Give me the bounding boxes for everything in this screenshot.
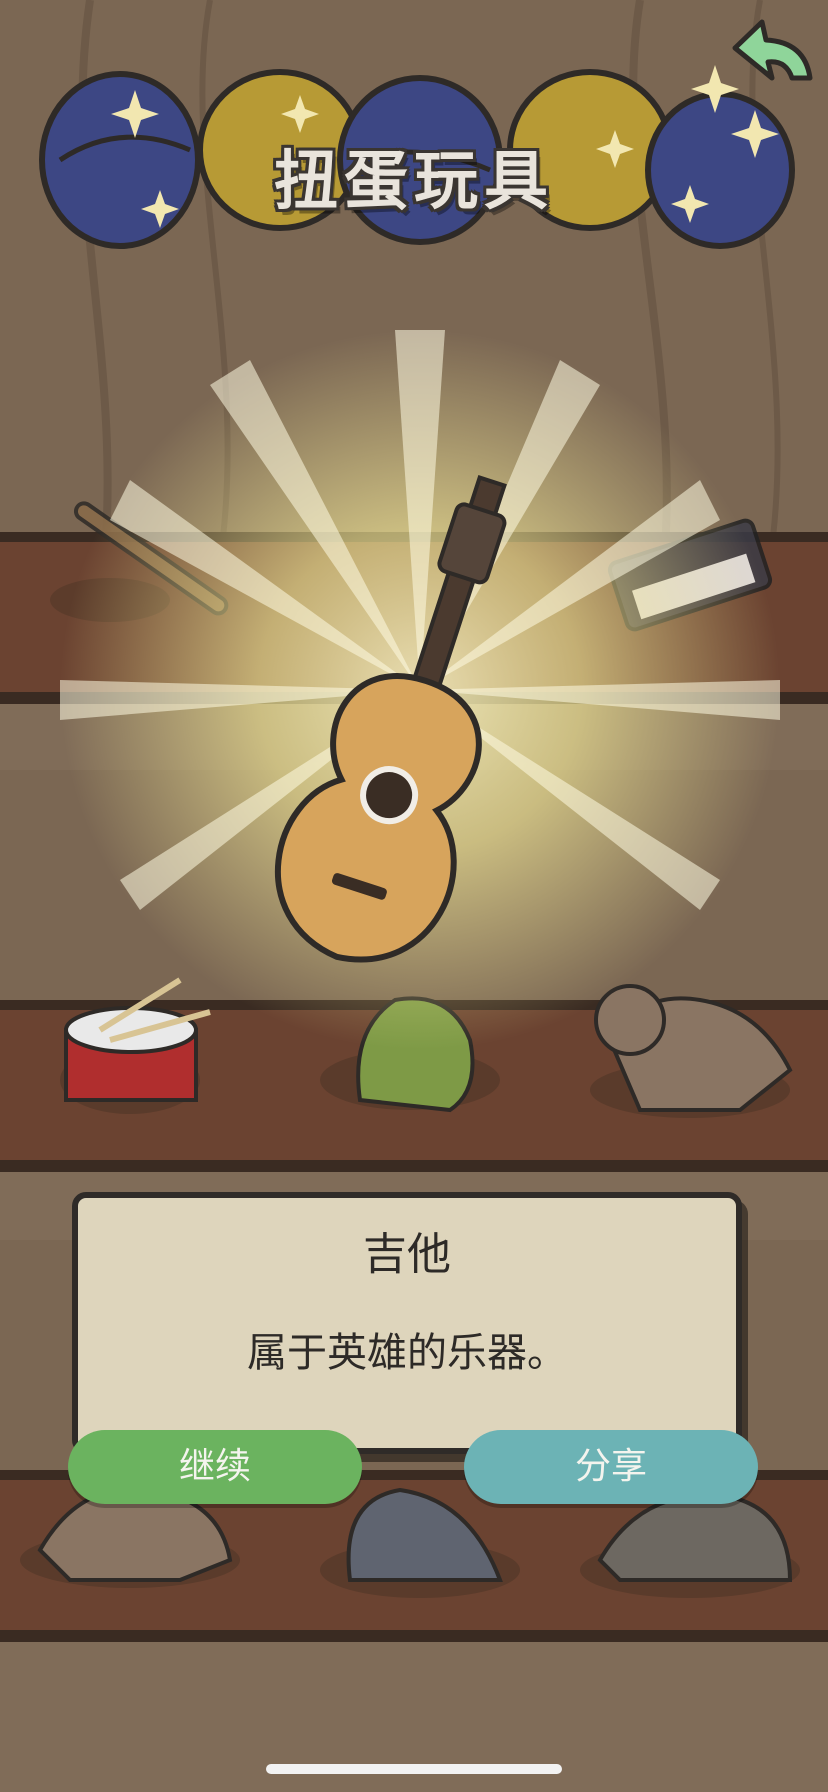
item-dialog: 吉他 属于英雄的乐器。 <box>72 1192 742 1454</box>
page-title: 扭蛋玩具 <box>274 145 554 219</box>
share-button[interactable]: 分享 <box>464 1430 758 1504</box>
game-scene <box>0 0 828 1792</box>
item-name: 吉他 <box>363 1229 451 1280</box>
continue-button[interactable]: 继续 <box>68 1430 362 1504</box>
item-description: 属于英雄的乐器。 <box>247 1330 567 1376</box>
back-button[interactable] <box>712 14 816 94</box>
home-indicator[interactable] <box>266 1764 562 1774</box>
